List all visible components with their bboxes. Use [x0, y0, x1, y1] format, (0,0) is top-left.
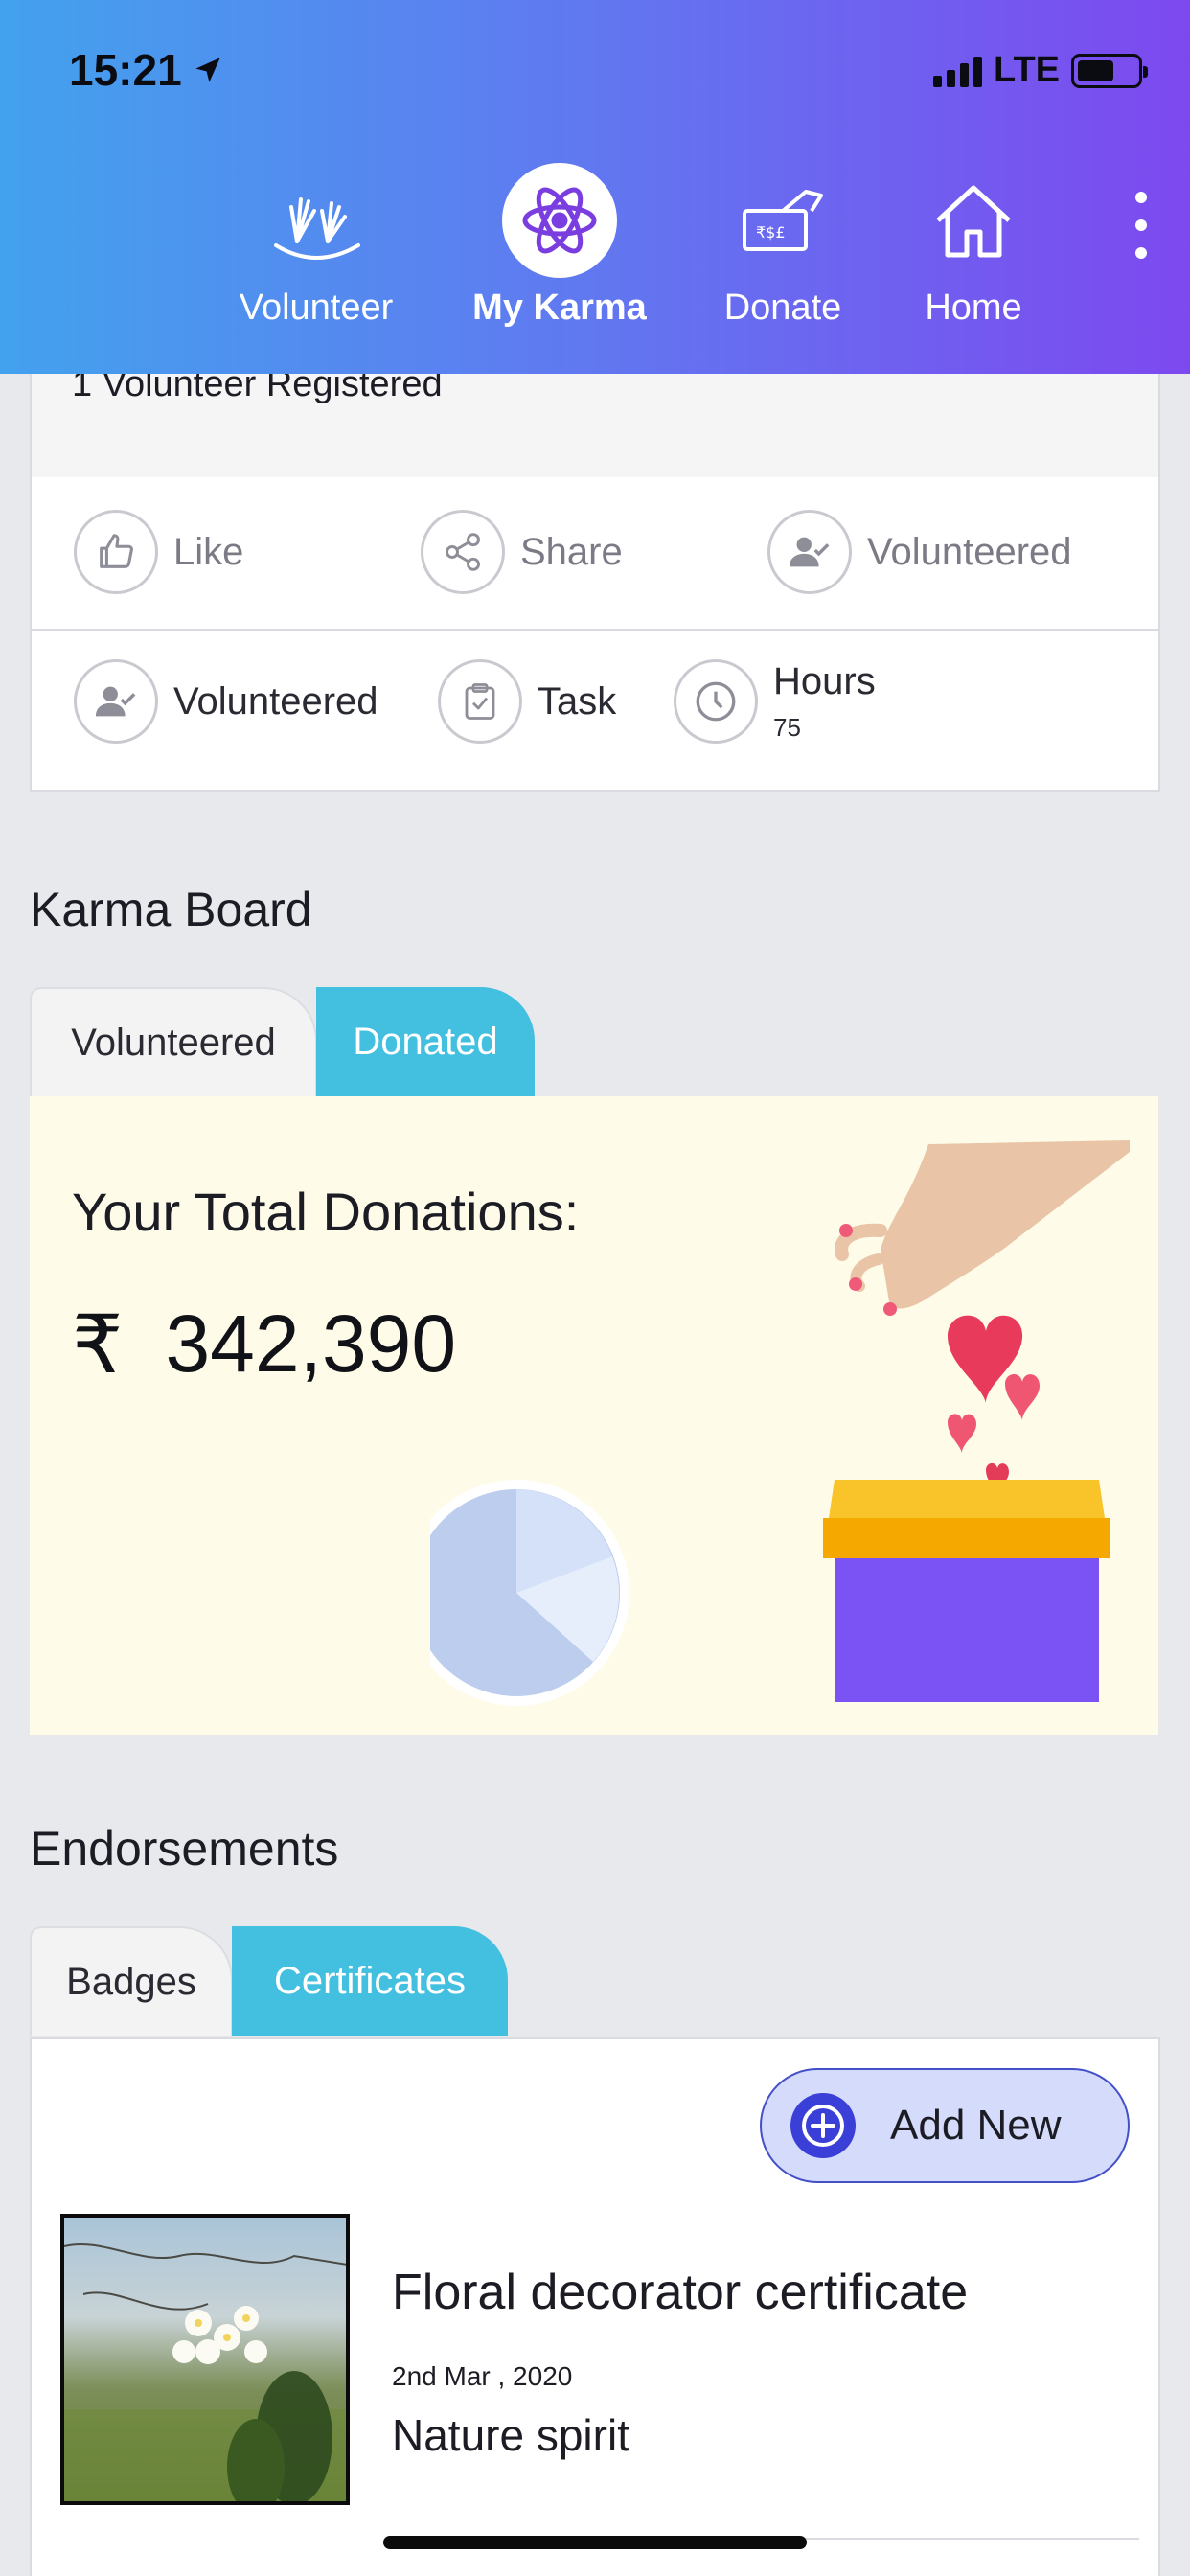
certificates-panel: Add New Floral decorator certificate 2nd… [30, 2037, 1160, 2576]
battery-icon [1071, 53, 1148, 88]
tab-badges[interactable]: Badges [30, 1926, 233, 2036]
hours-text-group: Hours 75 [773, 660, 876, 743]
donation-amount-value: 342,390 [165, 1299, 457, 1389]
nav-label-home: Home [925, 288, 1022, 328]
home-indicator[interactable] [383, 2536, 807, 2549]
certificate-date: 2nd Mar , 2020 [392, 2361, 573, 2391]
nav-item-volunteer[interactable]: Volunteer [211, 163, 422, 329]
flower-photo-icon [64, 2242, 346, 2501]
nav-item-my-karma[interactable]: My Karma [454, 163, 665, 329]
status-indicators: LTE [933, 50, 1148, 91]
donate-hand-money-icon: ₹$£ [725, 163, 840, 278]
volunteered-status-label: Volunteered [867, 530, 1072, 573]
hours-stat[interactable]: Hours 75 [674, 659, 876, 744]
user-check-icon [767, 510, 852, 594]
clock-icon [674, 659, 758, 744]
hours-value: 75 [773, 713, 801, 742]
donation-box-illustration [430, 1140, 1130, 1706]
tab-certificates[interactable]: Certificates [232, 1926, 508, 2036]
social-actions-row: Like Share Volunteered [32, 477, 1158, 631]
task-label: Task [538, 679, 617, 723]
more-vertical-icon[interactable] [1127, 192, 1156, 259]
svg-text:₹$£: ₹$£ [756, 223, 786, 242]
tab-volunteered[interactable]: Volunteered [30, 987, 317, 1096]
nav-label-donate: Donate [723, 288, 842, 328]
nav-label-volunteer: Volunteer [239, 288, 394, 328]
plus-circle-icon [790, 2093, 856, 2158]
status-time-text: 15:21 [69, 45, 182, 95]
karma-board-title: Karma Board [30, 883, 312, 936]
network-label: LTE [994, 50, 1060, 90]
share-label: Share [520, 530, 623, 573]
nav-item-home[interactable]: Home [868, 163, 1079, 329]
volunteered-stat[interactable]: Volunteered [74, 659, 378, 744]
share-icon [421, 510, 505, 594]
karma-atom-icon [502, 163, 617, 278]
add-new-button[interactable]: Add New [760, 2068, 1130, 2183]
like-label: Like [173, 530, 244, 573]
volunteered-status-button[interactable]: Volunteered [767, 510, 1072, 594]
user-check-icon [74, 659, 158, 744]
signal-icon [933, 55, 983, 87]
tab-donated[interactable]: Donated [316, 987, 535, 1096]
hands-raised-icon [259, 163, 374, 278]
certificate-thumbnail[interactable] [60, 2214, 350, 2505]
certificate-issuer: Nature spirit [392, 2410, 629, 2460]
top-nav: Volunteer My Karma ₹$£ Donate Home [0, 163, 1190, 364]
total-donations-amount: ₹ 342,390 [72, 1298, 456, 1392]
location-arrow-icon [195, 58, 220, 82]
stats-row: Volunteered Task Hours 75 [32, 631, 1158, 784]
certificate-name: Floral decorator certificate [392, 2265, 969, 2320]
like-button[interactable]: Like [74, 510, 243, 594]
share-button[interactable]: Share [421, 510, 623, 594]
hours-label: Hours [773, 660, 876, 702]
currency-symbol: ₹ [72, 1300, 124, 1390]
nav-item-donate[interactable]: ₹$£ Donate [677, 163, 888, 329]
endorsements-title: Endorsements [30, 1822, 339, 1875]
task-stat[interactable]: Task [438, 659, 616, 744]
add-new-label: Add New [890, 2102, 1062, 2149]
thumbs-up-icon [74, 510, 158, 594]
nav-label-my-karma: My Karma [472, 288, 647, 328]
status-time: 15:21 [69, 44, 224, 96]
volunteered-stat-label: Volunteered [173, 679, 378, 723]
clipboard-check-icon [438, 659, 522, 744]
donations-panel: Your Total Donations: ₹ 342,390 [30, 1096, 1158, 1735]
app-header: 15:21 LTE Volunteer My Karma ₹$£ Donate … [0, 0, 1190, 374]
home-icon [916, 163, 1031, 278]
